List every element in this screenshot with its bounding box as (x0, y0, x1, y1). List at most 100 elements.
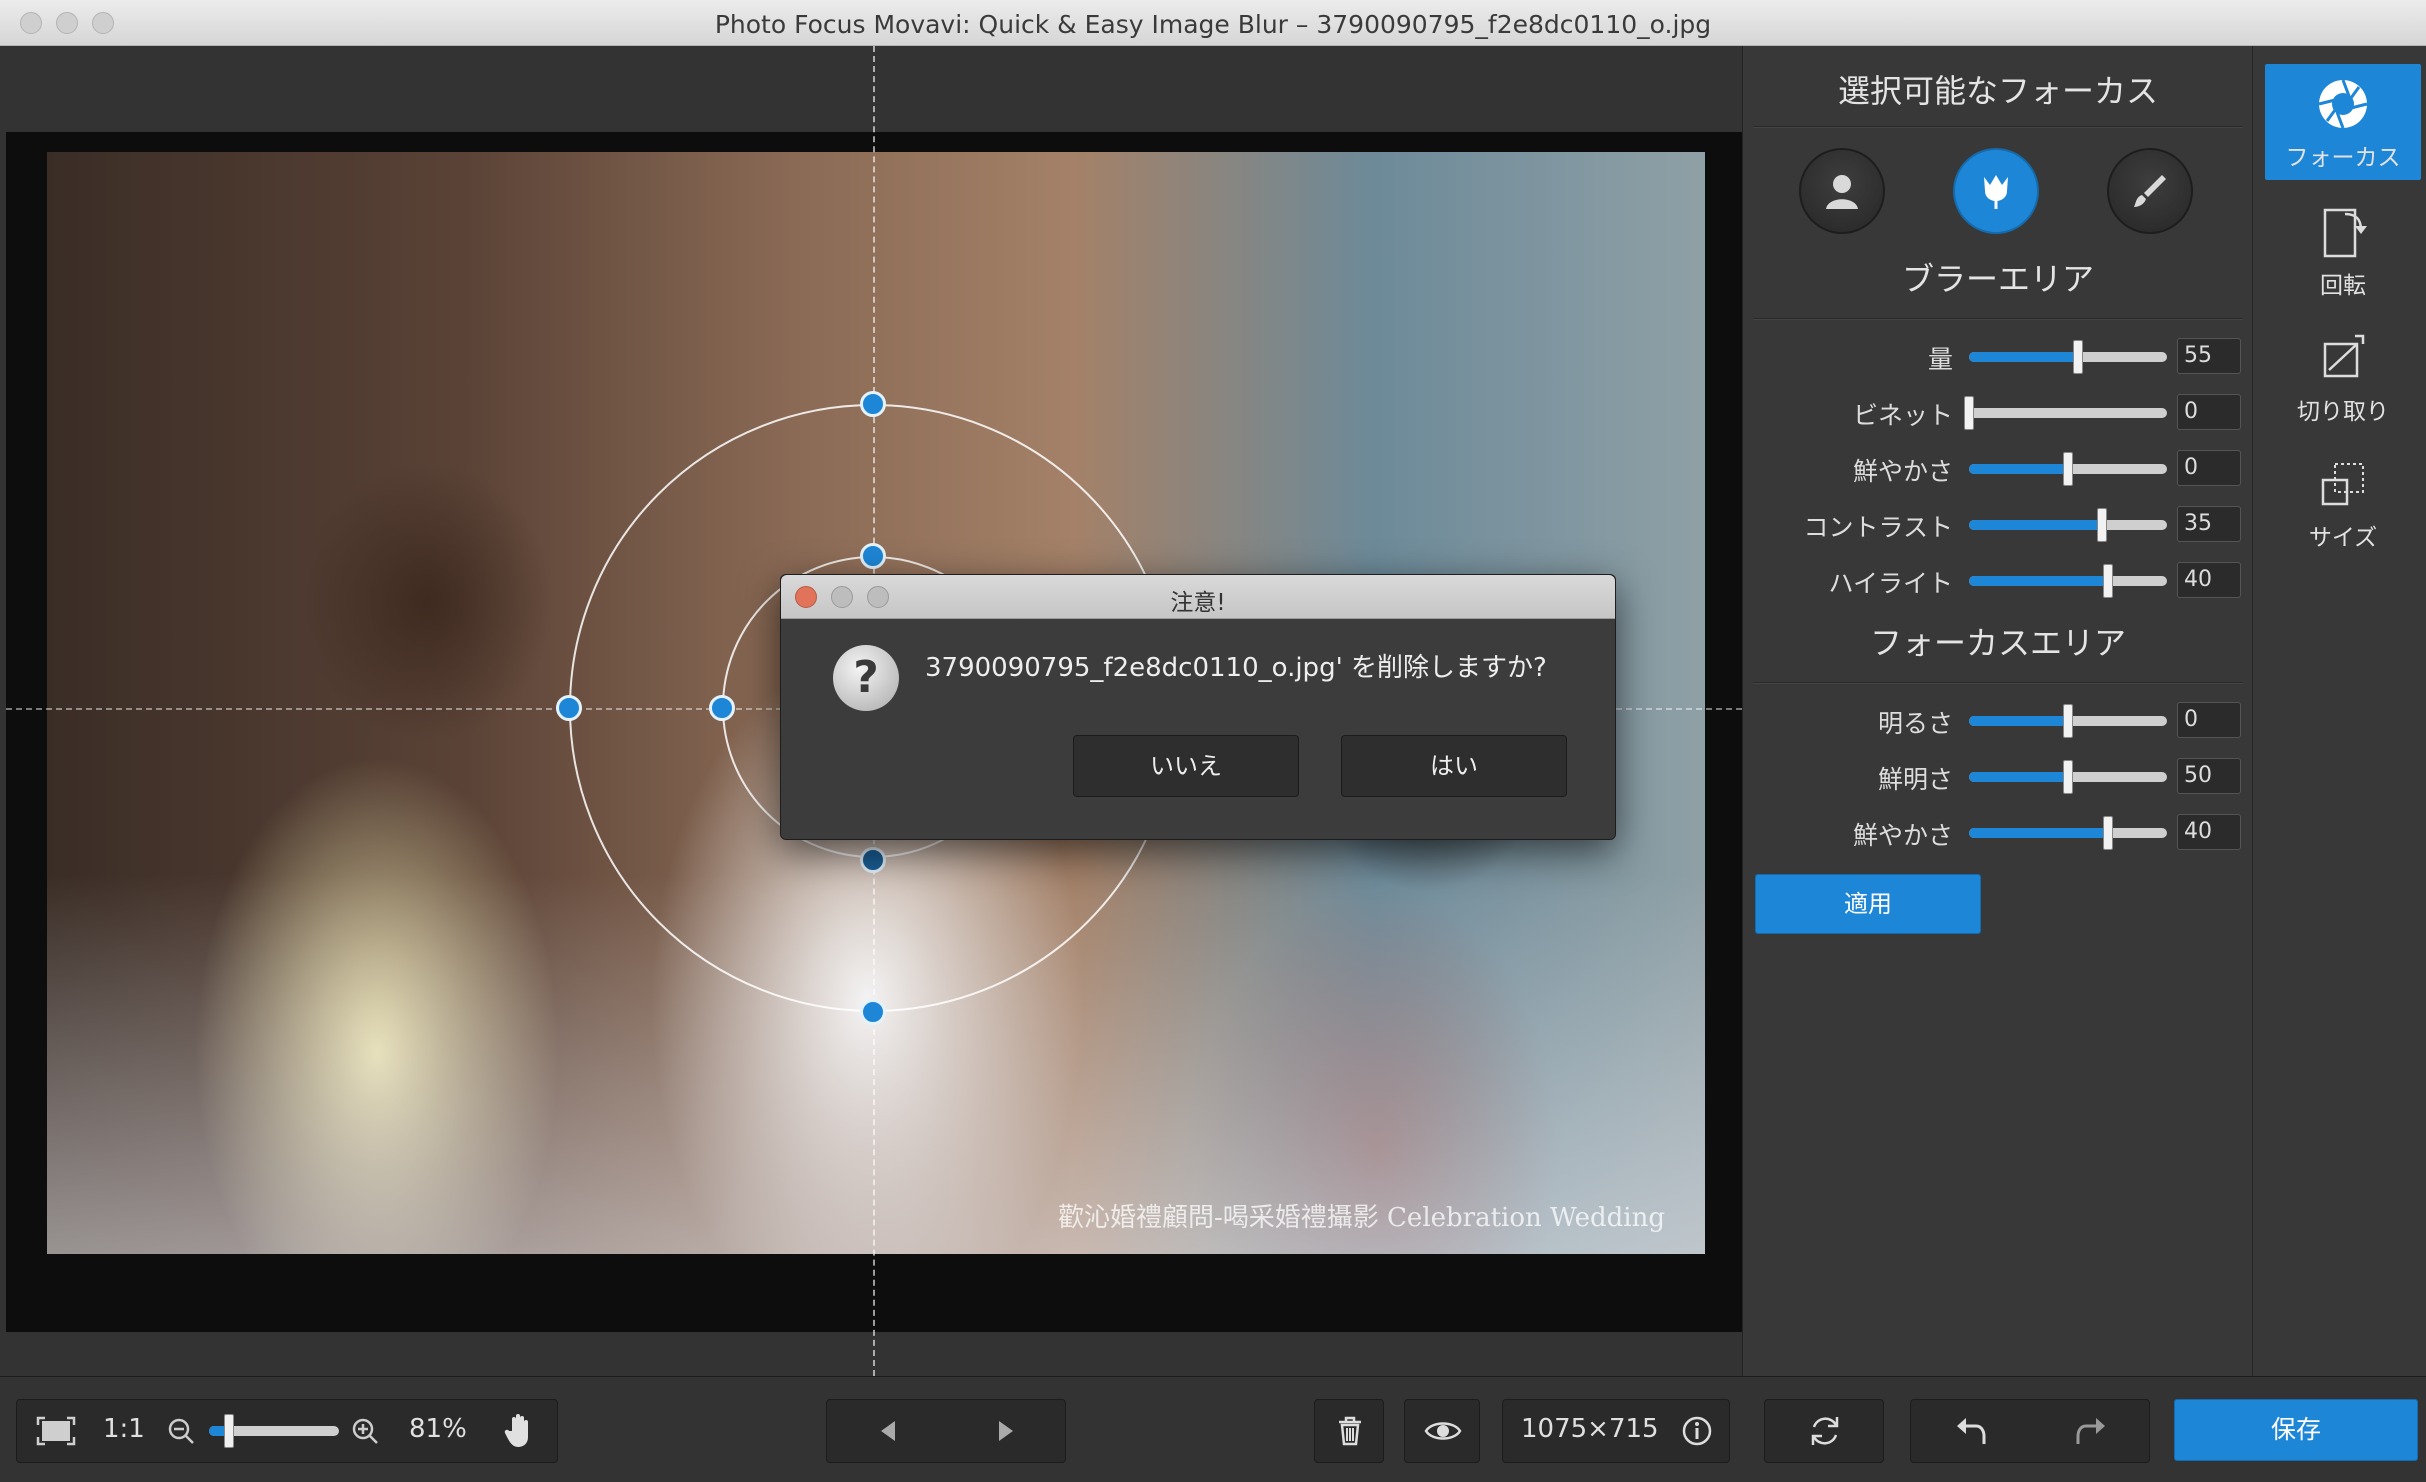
focus-area-header: フォーカスエリア (1869, 624, 2126, 662)
hand-tool-button[interactable] (495, 1400, 545, 1462)
tool-focus[interactable]: フォーカス (2265, 64, 2421, 180)
tool-resize-label: サイズ (2308, 525, 2378, 551)
slider-value-field[interactable]: 0 (2177, 702, 2241, 738)
brush-icon (2134, 175, 2166, 207)
refresh-icon (1811, 1417, 1839, 1445)
rotate-icon (2323, 208, 2367, 258)
slider-thumb[interactable] (2102, 564, 2113, 598)
slider-thumb[interactable] (1964, 396, 1974, 430)
image-dimensions: 1075×715 (1521, 1414, 1659, 1444)
hand-icon (504, 1414, 528, 1447)
inner-ring-top-handle[interactable] (860, 543, 886, 569)
inner-ring-bottom-handle[interactable] (860, 847, 886, 873)
slider-value-field[interactable]: 0 (2177, 450, 2241, 486)
crop-icon (2323, 334, 2365, 378)
divider (1753, 682, 2243, 684)
slider-track[interactable] (1969, 576, 2167, 586)
tool-crop[interactable]: 切り取り (2265, 318, 2421, 434)
person-icon (1826, 175, 1858, 209)
fit-to-screen-button[interactable] (31, 1400, 81, 1462)
brush-focus-button[interactable] (2107, 148, 2193, 234)
divider (1753, 318, 2243, 320)
macro-focus-button[interactable] (1953, 148, 2039, 234)
zoom-in-button[interactable] (347, 1400, 383, 1462)
undo-button[interactable] (1931, 1400, 2011, 1462)
aperture-icon (2318, 79, 2368, 129)
fit-screen-icon (36, 1416, 76, 1446)
zoom-controls: 1:1 81% (16, 1399, 558, 1463)
info-icon (1682, 1416, 1712, 1446)
actual-size-button[interactable]: 1:1 (103, 1414, 145, 1444)
previous-image-button[interactable] (857, 1400, 917, 1462)
slider-thumb[interactable] (2063, 452, 2073, 486)
tulip-icon (1984, 175, 2008, 209)
eye-icon (1424, 1422, 1462, 1440)
slider-label: コントラスト (1803, 513, 1953, 542)
slider-row: ビネット 0 (1743, 392, 2253, 432)
preview-button[interactable] (1405, 1400, 1481, 1462)
zoom-slider-thumb[interactable] (223, 1414, 234, 1448)
slider-fill (1969, 716, 2068, 726)
delete-group (1314, 1399, 1384, 1463)
inner-ring-left-handle[interactable] (709, 695, 735, 721)
slider-value-field[interactable]: 55 (2177, 338, 2241, 374)
slider-track[interactable] (1969, 520, 2167, 530)
delete-button[interactable] (1315, 1400, 1385, 1462)
slider-row: 明るさ 0 (1743, 700, 2253, 740)
save-button[interactable]: 保存 (2174, 1399, 2418, 1461)
slider-fill (1969, 520, 2102, 530)
slider-value-field[interactable]: 50 (2177, 758, 2241, 794)
slider-row: 鮮やかさ 0 (1743, 448, 2253, 488)
apply-button[interactable]: 適用 (1755, 874, 1981, 934)
history-controls (1910, 1399, 2150, 1463)
zoom-out-button[interactable] (163, 1400, 199, 1462)
slider-fill (1969, 576, 2108, 586)
no-button[interactable]: いいえ (1073, 735, 1299, 797)
zoom-in-icon (352, 1418, 378, 1444)
tool-resize[interactable]: サイズ (2265, 444, 2421, 560)
slider-value-field[interactable]: 0 (2177, 394, 2241, 430)
slider-track[interactable] (1969, 352, 2167, 362)
outer-ring-left-handle[interactable] (556, 695, 582, 721)
slider-thumb[interactable] (2072, 340, 2083, 374)
resize-icon (2321, 463, 2364, 506)
outer-ring-bottom-handle[interactable] (860, 999, 886, 1025)
zoom-level: 81% (409, 1414, 467, 1444)
tool-rotate[interactable]: 回転 (2265, 192, 2421, 308)
slider-value-field[interactable]: 35 (2177, 506, 2241, 542)
slider-label: ハイライト (1828, 569, 1953, 598)
tool-rail: フォーカス 回転 切り取り サイズ (2252, 46, 2426, 1376)
next-image-button[interactable] (977, 1400, 1037, 1462)
trash-icon (1339, 1416, 1361, 1446)
dialog-title-bar: 注意! (781, 575, 1615, 619)
slider-fill (1969, 772, 2068, 782)
slider-thumb[interactable] (2063, 704, 2073, 738)
tool-focus-label: フォーカス (2285, 145, 2401, 171)
tool-rotate-label: 回転 (2320, 273, 2366, 299)
slider-row: 量 55 (1743, 336, 2253, 376)
yes-button[interactable]: はい (1341, 735, 1567, 797)
slider-label: ビネット (1852, 401, 1953, 430)
slider-track[interactable] (1969, 828, 2167, 838)
bottom-toolbar: 1:1 81% 1075×715 保存 (0, 1376, 2426, 1482)
slider-label: 鮮やかさ (1852, 457, 1953, 486)
portrait-focus-button[interactable] (1799, 148, 1885, 234)
chevron-left-icon (881, 1421, 895, 1441)
slider-thumb[interactable] (2063, 760, 2073, 794)
slider-label: 鮮明さ (1877, 765, 1953, 794)
reset-button[interactable] (1765, 1400, 1885, 1462)
reset-group (1764, 1399, 1884, 1463)
question-icon: ? (833, 645, 899, 711)
redo-icon (2076, 1418, 2105, 1444)
navigation-controls (826, 1399, 1066, 1463)
slider-thumb[interactable] (2102, 816, 2113, 850)
slider-track[interactable] (1969, 408, 2167, 418)
slider-thumb[interactable] (2096, 508, 2107, 542)
redo-button[interactable] (2051, 1400, 2131, 1462)
slider-value-field[interactable]: 40 (2177, 562, 2241, 598)
slider-fill (1969, 464, 2068, 474)
slider-row: 鮮やかさ 40 (1743, 812, 2253, 852)
slider-value-field[interactable]: 40 (2177, 814, 2241, 850)
outer-ring-top-handle[interactable] (860, 391, 886, 417)
info-button[interactable] (1675, 1400, 1719, 1462)
